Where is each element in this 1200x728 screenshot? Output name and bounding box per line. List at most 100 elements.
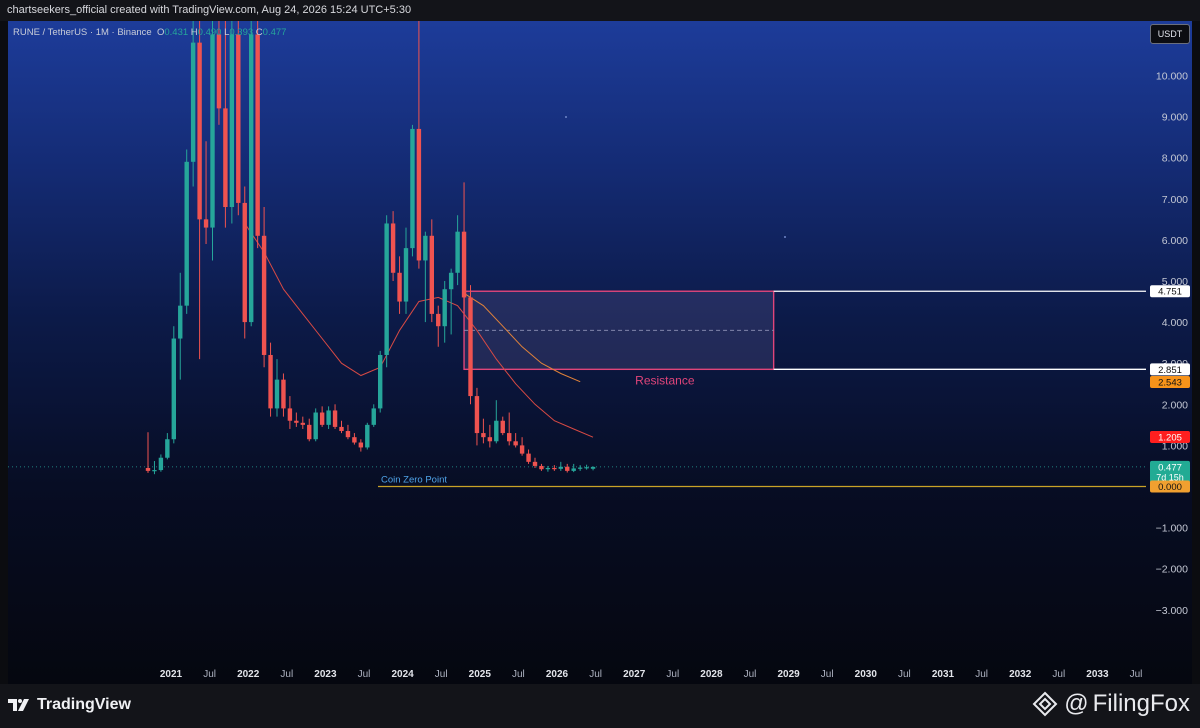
x-tick-label: Jul bbox=[1130, 669, 1143, 680]
candle-body[interactable] bbox=[242, 202, 247, 323]
candle-body[interactable] bbox=[577, 467, 583, 469]
candle-body[interactable] bbox=[313, 412, 318, 440]
candle-body[interactable] bbox=[184, 161, 189, 306]
symbol-legend[interactable]: RUNE / TetherUS · 1M · Binance O0.431 H0… bbox=[13, 27, 286, 38]
symbol-label: RUNE / TetherUS · 1M · Binance bbox=[13, 27, 152, 38]
candle-body[interactable] bbox=[197, 42, 202, 220]
candle-body[interactable] bbox=[558, 466, 563, 469]
drawing-dot bbox=[784, 236, 786, 238]
chart-area[interactable]: 10.0009.0008.0007.0006.0005.0004.0003.00… bbox=[8, 21, 1192, 684]
candle-body[interactable] bbox=[326, 410, 331, 425]
candle-body[interactable] bbox=[526, 453, 531, 462]
candle-body[interactable] bbox=[145, 468, 151, 471]
candle-body[interactable] bbox=[352, 437, 357, 443]
candle-body[interactable] bbox=[461, 231, 467, 298]
candle-body[interactable] bbox=[584, 467, 589, 469]
candle-body[interactable] bbox=[203, 219, 209, 228]
candle-body[interactable] bbox=[236, 34, 241, 203]
candle-body[interactable] bbox=[436, 313, 441, 327]
candle-body[interactable] bbox=[455, 231, 460, 273]
candle-body[interactable] bbox=[281, 379, 286, 409]
tradingview-logo-icon bbox=[8, 699, 29, 711]
currency-selector[interactable]: USDT bbox=[1150, 24, 1190, 44]
candle-body[interactable] bbox=[287, 408, 293, 421]
x-tick-label: Jul bbox=[975, 669, 988, 680]
candle-body[interactable] bbox=[539, 465, 544, 470]
candle-body[interactable] bbox=[410, 128, 415, 249]
high-label: H bbox=[190, 27, 198, 38]
candle-body[interactable] bbox=[565, 466, 570, 471]
candle-body[interactable] bbox=[442, 289, 447, 327]
candle-body[interactable] bbox=[358, 442, 364, 448]
candle-body[interactable] bbox=[294, 420, 299, 423]
x-tick-label: Jul bbox=[666, 669, 679, 680]
candle-body[interactable] bbox=[590, 466, 596, 469]
candle-body[interactable] bbox=[274, 379, 280, 409]
y-tick-label: 4.000 bbox=[1162, 317, 1188, 329]
candle-body[interactable] bbox=[545, 468, 551, 470]
candle-body[interactable] bbox=[403, 248, 409, 302]
candle-body[interactable] bbox=[532, 461, 538, 466]
candle-body[interactable] bbox=[500, 420, 505, 434]
candle-body[interactable] bbox=[416, 128, 422, 261]
candle-body[interactable] bbox=[216, 34, 222, 109]
x-tick-label: Jul bbox=[589, 669, 602, 680]
candle-body[interactable] bbox=[448, 272, 454, 290]
price-label-text: 1.205 bbox=[1158, 432, 1182, 443]
candle-body[interactable] bbox=[190, 42, 196, 162]
price-chart[interactable]: 10.0009.0008.0007.0006.0005.0004.0003.00… bbox=[8, 21, 1192, 684]
candle-body[interactable] bbox=[423, 235, 428, 261]
tradingview-brand-name: TradingView bbox=[37, 696, 131, 713]
candle-body[interactable] bbox=[378, 354, 383, 409]
price-label-text: 2.543 bbox=[1158, 377, 1182, 388]
price-label-text: 0.000 bbox=[1158, 482, 1182, 493]
y-tick-label: −1.000 bbox=[1156, 523, 1189, 535]
candle-body[interactable] bbox=[429, 235, 434, 314]
candle-body[interactable] bbox=[307, 424, 312, 440]
y-tick-label: 10.000 bbox=[1156, 71, 1188, 83]
candle-body[interactable] bbox=[507, 433, 512, 442]
top-credit-bar: chartseekers_official created with Tradi… bbox=[0, 0, 1200, 21]
candle-body[interactable] bbox=[384, 223, 389, 355]
candle-body[interactable] bbox=[365, 424, 370, 448]
candle-body[interactable] bbox=[249, 34, 254, 323]
candle-body[interactable] bbox=[210, 34, 215, 228]
candle-body[interactable] bbox=[468, 297, 473, 397]
y-tick-label: 7.000 bbox=[1162, 194, 1188, 206]
x-tick-label: 2026 bbox=[546, 669, 569, 680]
credit-text: chartseekers_official created with Tradi… bbox=[7, 4, 412, 16]
candle-body[interactable] bbox=[255, 34, 260, 236]
candle-body[interactable] bbox=[519, 445, 525, 454]
candle-body[interactable] bbox=[552, 468, 557, 470]
candle-body[interactable] bbox=[268, 354, 273, 409]
candle-body[interactable] bbox=[371, 408, 376, 425]
candle-body[interactable] bbox=[171, 338, 176, 440]
candle-body[interactable] bbox=[165, 439, 170, 458]
candle-body[interactable] bbox=[487, 437, 493, 442]
candle-body[interactable] bbox=[474, 396, 480, 434]
y-tick-label: 2.000 bbox=[1162, 399, 1188, 411]
candle-body[interactable] bbox=[571, 468, 576, 471]
candle-body[interactable] bbox=[223, 108, 228, 208]
candle-body[interactable] bbox=[345, 431, 351, 438]
x-tick-label: Jul bbox=[203, 669, 216, 680]
candle-body[interactable] bbox=[339, 426, 344, 432]
tradingview-logo[interactable]: TradingView bbox=[8, 694, 131, 716]
x-tick-label: Jul bbox=[358, 669, 371, 680]
candle-body[interactable] bbox=[319, 412, 325, 425]
candle-body[interactable] bbox=[261, 235, 267, 355]
candle-body[interactable] bbox=[494, 420, 499, 442]
x-tick-label: 2033 bbox=[1086, 669, 1109, 680]
candle-body[interactable] bbox=[481, 433, 486, 438]
candle-body[interactable] bbox=[152, 470, 157, 472]
candle-body[interactable] bbox=[229, 34, 235, 208]
candle-body[interactable] bbox=[332, 410, 338, 427]
filingfox-watermark: @ FilingFox bbox=[1032, 688, 1190, 720]
candle-body[interactable] bbox=[300, 422, 305, 425]
zero-point-label: Coin Zero Point bbox=[381, 475, 447, 486]
candle-body[interactable] bbox=[178, 305, 183, 339]
candle-body[interactable] bbox=[397, 272, 402, 302]
candle-body[interactable] bbox=[158, 457, 164, 471]
candle-body[interactable] bbox=[513, 441, 518, 446]
candle-body[interactable] bbox=[390, 223, 396, 273]
